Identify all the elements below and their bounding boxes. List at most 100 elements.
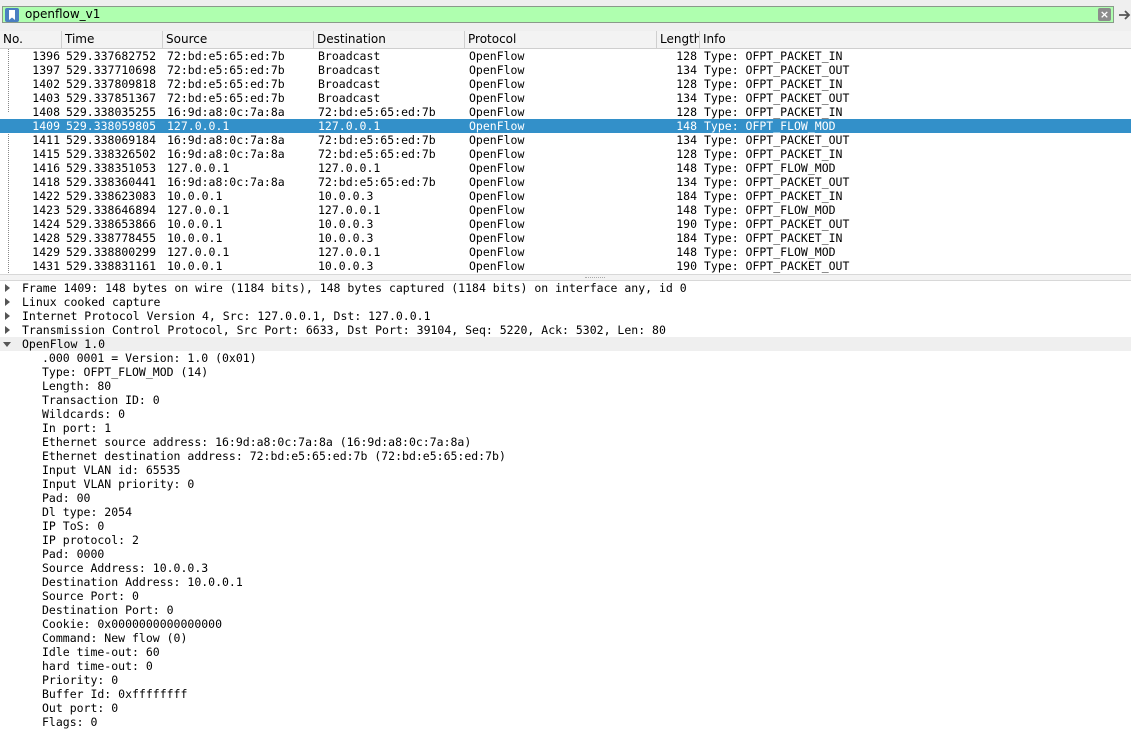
- expanded-arrow-icon[interactable]: [3, 342, 11, 347]
- detail-field-text: Transaction ID: 0: [42, 393, 160, 407]
- packet-cell-len: 190: [676, 259, 697, 273]
- packet-cell-info: Type: OFPT_PACKET_OUT: [704, 133, 850, 147]
- detail-field[interactable]: Input VLAN id: 65535: [0, 463, 1131, 477]
- packet-cell-len: 134: [676, 175, 697, 189]
- packet-cell-info: Type: OFPT_PACKET_IN: [704, 77, 843, 91]
- column-header-source[interactable]: Source: [163, 31, 314, 48]
- detail-field[interactable]: Out port: 0: [0, 701, 1131, 715]
- detail-field[interactable]: Input VLAN priority: 0: [0, 477, 1131, 491]
- detail-field[interactable]: Ethernet source address: 16:9d:a8:0c:7a:…: [0, 435, 1131, 449]
- detail-field[interactable]: Wildcards: 0: [0, 407, 1131, 421]
- packet-row[interactable]: 1408 529.338035255 16:9d:a8:0c:7a:8a 72:bd:…: [0, 105, 1131, 119]
- bookmark-icon[interactable]: [5, 8, 19, 22]
- detail-field[interactable]: Source Address: 10.0.0.3: [0, 561, 1131, 575]
- packet-row[interactable]: 1431 529.338831161 10.0.0.1 10.0.0.3 OpenFlo…: [0, 259, 1131, 273]
- collapsed-arrow-icon[interactable]: [5, 284, 10, 292]
- packet-cell-dst: 127.0.0.1: [318, 203, 381, 217]
- detail-field[interactable]: Type: OFPT_FLOW_MOD (14): [0, 365, 1131, 379]
- packet-row[interactable]: 1424 529.338653866 10.0.0.1 10.0.0.3 OpenFlo…: [0, 217, 1131, 231]
- packet-cell-time: 529.338623083: [66, 189, 157, 203]
- detail-field[interactable]: In port: 1: [0, 421, 1131, 435]
- packet-row[interactable]: 1428 529.338778455 10.0.0.1 10.0.0.3 OpenFlo…: [0, 231, 1131, 245]
- packet-row[interactable]: 1416 529.338351053 127.0.0.1 127.0.0.1 OpenF…: [0, 161, 1131, 175]
- detail-field-text: Ethernet destination address: 72:bd:e5:6…: [42, 449, 506, 463]
- detail-section[interactable]: OpenFlow 1.0: [0, 337, 1131, 351]
- column-header-info[interactable]: Info: [700, 31, 1131, 48]
- detail-field[interactable]: .000 0001 = Version: 1.0 (0x01): [0, 351, 1131, 365]
- detail-field[interactable]: Dl type: 2054: [0, 505, 1131, 519]
- packet-row[interactable]: 1429 529.338800299 127.0.0.1 127.0.0.1 OpenF…: [0, 245, 1131, 259]
- packet-row[interactable]: 1415 529.338326502 16:9d:a8:0c:7a:8a 72:bd:…: [0, 147, 1131, 161]
- packet-row[interactable]: 1397 529.337710698 72:bd:e5:65:ed:7b Broadc…: [0, 63, 1131, 77]
- detail-field[interactable]: Priority: 0: [0, 673, 1131, 687]
- clear-x-icon[interactable]: ×: [1098, 8, 1111, 21]
- packet-cell-proto: OpenFlow: [469, 63, 525, 77]
- detail-field[interactable]: Ethernet destination address: 72:bd:e5:6…: [0, 449, 1131, 463]
- column-header-no[interactable]: No.: [0, 31, 62, 48]
- detail-field[interactable]: Destination Port: 0: [0, 603, 1131, 617]
- detail-field-text: Ethernet source address: 16:9d:a8:0c:7a:…: [42, 435, 472, 449]
- detail-section[interactable]: Linux cooked capture: [0, 295, 1131, 309]
- collapsed-arrow-icon[interactable]: [5, 312, 10, 320]
- packet-cell-dst: Broadcast: [318, 49, 381, 63]
- packet-cell-info: Type: OFPT_PACKET_IN: [704, 231, 843, 245]
- packet-cell-no: 1429: [32, 245, 60, 259]
- detail-section[interactable]: Transmission Control Protocol, Src Port:…: [0, 323, 1131, 337]
- packet-row[interactable]: 1418 529.338360441 16:9d:a8:0c:7a:8a 72:bd:…: [0, 175, 1131, 189]
- detail-field-text: Source Address: 10.0.0.3: [42, 561, 209, 575]
- column-header-length[interactable]: Length: [657, 31, 700, 48]
- detail-field[interactable]: Source Port: 0: [0, 589, 1131, 603]
- detail-section-label: OpenFlow 1.0: [22, 337, 106, 351]
- detail-field[interactable]: IP protocol: 2: [0, 533, 1131, 547]
- detail-field[interactable]: Pad: 0000: [0, 547, 1131, 561]
- detail-field[interactable]: Cookie: 0x0000000000000000: [0, 617, 1131, 631]
- packet-cell-info: Type: OFPT_FLOW_MOD: [704, 203, 836, 217]
- packet-cell-time: 529.338351053: [66, 161, 157, 175]
- display-filter-value[interactable]: openflow_v1: [25, 7, 100, 22]
- packet-details-pane[interactable]: Frame 1409: 148 bytes on wire (1184 bits…: [0, 281, 1131, 731]
- packet-cell-proto: OpenFlow: [469, 133, 525, 147]
- packet-row[interactable]: 1396 529.337682752 72:bd:e5:65:ed:7b Broadc…: [0, 49, 1131, 63]
- packet-cell-info: Type: OFPT_FLOW_MOD: [704, 119, 836, 133]
- packet-cell-proto: OpenFlow: [469, 77, 525, 91]
- detail-section[interactable]: Frame 1409: 148 bytes on wire (1184 bits…: [0, 281, 1131, 295]
- packet-cell-proto: OpenFlow: [469, 203, 525, 217]
- packet-list[interactable]: 1396 529.337682752 72:bd:e5:65:ed:7b Broadc…: [0, 49, 1131, 273]
- packet-row[interactable]: 1423 529.338646894 127.0.0.1 127.0.0.1 OpenF…: [0, 203, 1131, 217]
- packet-row[interactable]: 1409 529.338059805 127.0.0.1 127.0.0.1 OpenF…: [0, 119, 1131, 133]
- detail-field[interactable]: IP ToS: 0: [0, 519, 1131, 533]
- detail-field[interactable]: Destination Address: 10.0.0.1: [0, 575, 1131, 589]
- packet-row[interactable]: 1402 529.337809818 72:bd:e5:65:ed:7b Broadc…: [0, 77, 1131, 91]
- detail-section[interactable]: Internet Protocol Version 4, Src: 127.0.…: [0, 309, 1131, 323]
- detail-field[interactable]: Pad: 00: [0, 491, 1131, 505]
- detail-field[interactable]: Idle time-out: 60: [0, 645, 1131, 659]
- packet-cell-proto: OpenFlow: [469, 147, 525, 161]
- packet-cell-no: 1409: [32, 119, 60, 133]
- detail-field-text: IP protocol: 2: [42, 533, 139, 547]
- detail-field[interactable]: Buffer Id: 0xffffffff: [0, 687, 1131, 701]
- apply-arrow-icon[interactable]: [1118, 8, 1131, 22]
- packet-cell-dst: 72:bd:e5:65:ed:7b: [318, 133, 436, 147]
- detail-field[interactable]: Transaction ID: 0: [0, 393, 1131, 407]
- packet-cell-info: Type: OFPT_FLOW_MOD: [704, 245, 836, 259]
- detail-field[interactable]: hard time-out: 0: [0, 659, 1131, 673]
- detail-field[interactable]: Flags: 0: [0, 715, 1131, 729]
- column-header-destination[interactable]: Destination: [314, 31, 465, 48]
- pane-splitter[interactable]: [0, 274, 1131, 281]
- column-header-time[interactable]: Time: [62, 31, 163, 48]
- packet-row[interactable]: 1411 529.338069184 16:9d:a8:0c:7a:8a 72:bd:…: [0, 133, 1131, 147]
- packet-cell-dst: 72:bd:e5:65:ed:7b: [318, 105, 436, 119]
- packet-cell-proto: OpenFlow: [469, 259, 525, 273]
- packet-cell-time: 529.338778455: [66, 231, 157, 245]
- detail-field[interactable]: Length: 80: [0, 379, 1131, 393]
- packet-row[interactable]: 1422 529.338623083 10.0.0.1 10.0.0.3 OpenFlo…: [0, 189, 1131, 203]
- column-header-protocol[interactable]: Protocol: [465, 31, 657, 48]
- packet-cell-time: 529.338326502: [66, 147, 157, 161]
- packet-cell-time: 529.337710698: [66, 63, 157, 77]
- detail-field[interactable]: Command: New flow (0): [0, 631, 1131, 645]
- detail-section-label: Transmission Control Protocol, Src Port:…: [22, 323, 666, 337]
- collapsed-arrow-icon[interactable]: [5, 298, 10, 306]
- display-filter-input[interactable]: openflow_v1 ×: [2, 6, 1114, 23]
- collapsed-arrow-icon[interactable]: [5, 326, 10, 334]
- packet-row[interactable]: 1403 529.337851367 72:bd:e5:65:ed:7b Broadc…: [0, 91, 1131, 105]
